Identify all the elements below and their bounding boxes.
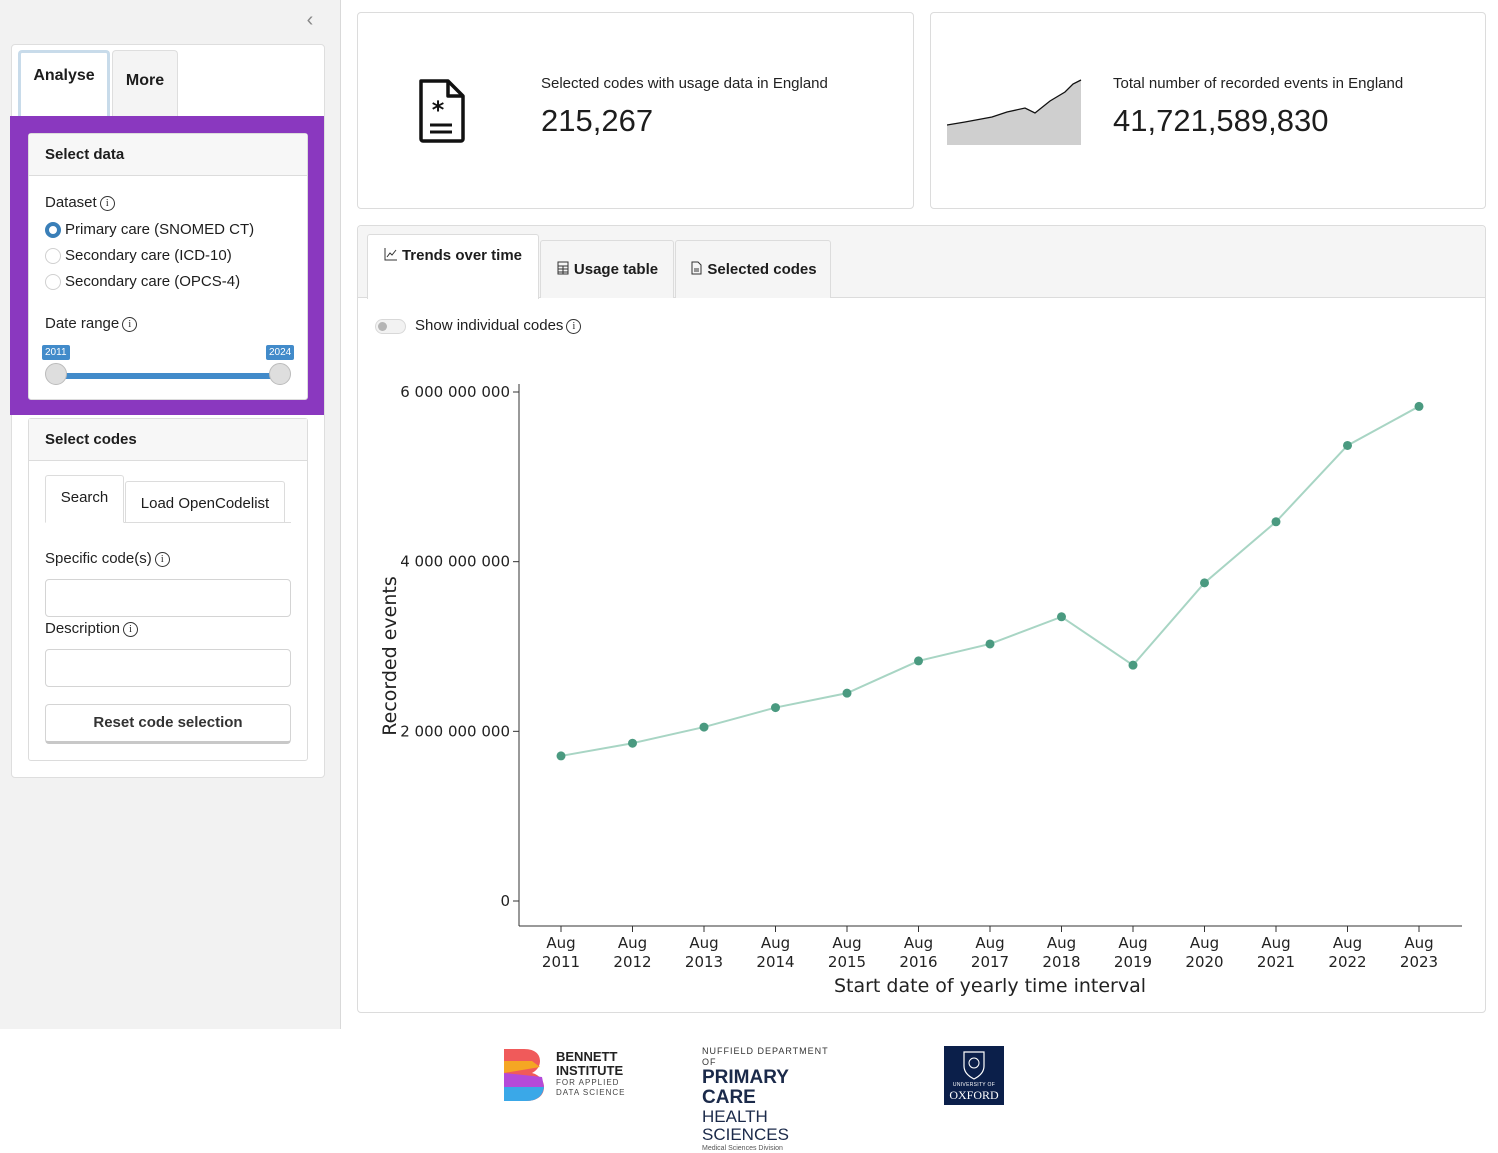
y-tick-label: 2 000 000 000 (400, 722, 510, 740)
x-tick-label: Aug 2017 (971, 934, 1009, 971)
slider-handle-to[interactable] (269, 363, 291, 385)
info-icon[interactable]: i (154, 552, 170, 567)
svg-text:*: * (432, 96, 445, 124)
x-tick-label: Aug 2018 (1042, 934, 1080, 971)
dataset-option-snomed[interactable]: Primary care (SNOMED CT) (45, 221, 254, 238)
select-data-card: Select data Dataset i Primary care (SNOME… (28, 133, 308, 400)
specific-codes-input[interactable] (45, 579, 291, 617)
oxford-logo: UNIVERSITY OF OXFORD (944, 1046, 1004, 1105)
dataset-option-icd10[interactable]: Secondary care (ICD-10) (45, 247, 232, 264)
select-codes-title: Select codes (29, 419, 307, 461)
document-asterisk-icon: * (419, 79, 465, 143)
slider-from-label: 2011 (42, 345, 70, 360)
series-line (560, 405, 1420, 757)
select-data-title: Select data (29, 134, 307, 176)
data-point[interactable] (1414, 401, 1424, 411)
tab-load-opencodelist[interactable]: Load OpenCodelist (125, 481, 285, 523)
date-range-slider[interactable] (57, 373, 281, 379)
dataset-label: Dataset i (45, 194, 115, 211)
y-axis-label: Recorded events (379, 576, 401, 735)
x-tick-label: Aug 2022 (1328, 934, 1366, 971)
data-point[interactable] (556, 751, 566, 761)
x-tick-label: Aug 2013 (685, 934, 723, 971)
dataset-option-opcs4[interactable]: Secondary care (OPCS-4) (45, 273, 240, 290)
info-icon[interactable]: i (123, 622, 139, 637)
x-tick-label: Aug 2012 (613, 934, 651, 971)
oxford-crest-icon (963, 1051, 985, 1080)
bennett-text: BENNETT INSTITUTE FOR APPLIED DATA SCIEN… (556, 1049, 626, 1098)
data-point[interactable] (1200, 578, 1209, 588)
data-point[interactable] (842, 688, 852, 698)
x-tick-label: Aug 2023 (1400, 934, 1438, 971)
reset-code-selection-button[interactable]: Reset code selection (45, 704, 291, 744)
footer: BENNETT INSTITUTE FOR APPLIED DATA SCIEN… (0, 1029, 1498, 1152)
data-point[interactable] (771, 703, 780, 713)
specific-codes-label: Specific code(s) i (45, 550, 170, 567)
y-tick-label: 6 000 000 000 (400, 383, 510, 401)
info-icon[interactable]: i (99, 196, 115, 211)
y-tick-label: 0 (500, 892, 510, 910)
data-point[interactable] (914, 656, 923, 666)
data-point[interactable] (1057, 612, 1066, 622)
x-tick-label: Aug 2020 (1185, 934, 1223, 971)
x-tick-label: Aug 2014 (756, 934, 794, 971)
data-point[interactable] (1271, 517, 1281, 527)
trends-chart: 0 2 000 000 000 4 000 000 000 6 000 000 000… (379, 383, 1462, 997)
slider-handle-from[interactable] (45, 363, 67, 385)
nuffield-logo: NUFFIELD DEPARTMENT OF PRIMARY CARE HEAL… (702, 1046, 829, 1152)
slider-to-label: 2024 (266, 345, 295, 360)
x-tick-label: Aug 2015 (828, 934, 866, 971)
selected-codes-title: Selected codes with usage data in Englan… (541, 75, 828, 92)
data-point[interactable] (985, 639, 995, 649)
description-input[interactable] (45, 649, 291, 687)
total-events-value: 41,721,589,830 (1113, 103, 1329, 138)
x-tick-label: Aug 2011 (542, 934, 580, 971)
data-point[interactable] (1128, 660, 1138, 670)
x-tick-label: Aug 2021 (1257, 934, 1295, 971)
date-range-label: Date range i (45, 315, 138, 332)
sparkline-area-icon (947, 79, 1082, 145)
selected-codes-value: 215,267 (541, 103, 654, 138)
description-label: Description i (45, 620, 139, 637)
data-point[interactable] (1343, 440, 1352, 450)
total-events-title: Total number of recorded events in Engla… (1113, 75, 1404, 92)
radio-checked-icon[interactable] (45, 221, 61, 238)
tab-more[interactable]: More (112, 50, 178, 116)
x-tick-label: Aug 2016 (899, 934, 937, 971)
bennett-institute-logo (504, 1049, 544, 1101)
data-point[interactable] (628, 738, 637, 748)
tab-search[interactable]: Search (45, 475, 124, 523)
x-tick-label: Aug 2019 (1114, 934, 1152, 971)
data-point[interactable] (699, 722, 709, 732)
radio-icon[interactable] (45, 273, 61, 290)
info-icon[interactable]: i (122, 317, 138, 332)
code-tabs: Search Load OpenCodelist (45, 475, 291, 523)
total-events-value-box: Total number of recorded events in Engla… (930, 12, 1486, 209)
tab-analyse[interactable]: Analyse (18, 50, 110, 116)
collapse-sidebar-icon[interactable]: ‹ (300, 10, 320, 30)
radio-icon[interactable] (45, 247, 61, 264)
select-codes-card: Select codes Search Load OpenCodelist Sp… (28, 418, 308, 761)
y-tick-label: 4 000 000 000 (400, 553, 510, 571)
trends-card: Trends over time Usage table Selected co… (357, 225, 1486, 1013)
selected-codes-value-box: * Selected codes with usage data in Engl… (357, 12, 914, 209)
x-axis-label: Start date of yearly time interval (834, 975, 1146, 997)
sidebar: ‹ Analyse More Select data Dataset i Prim… (0, 0, 341, 1029)
